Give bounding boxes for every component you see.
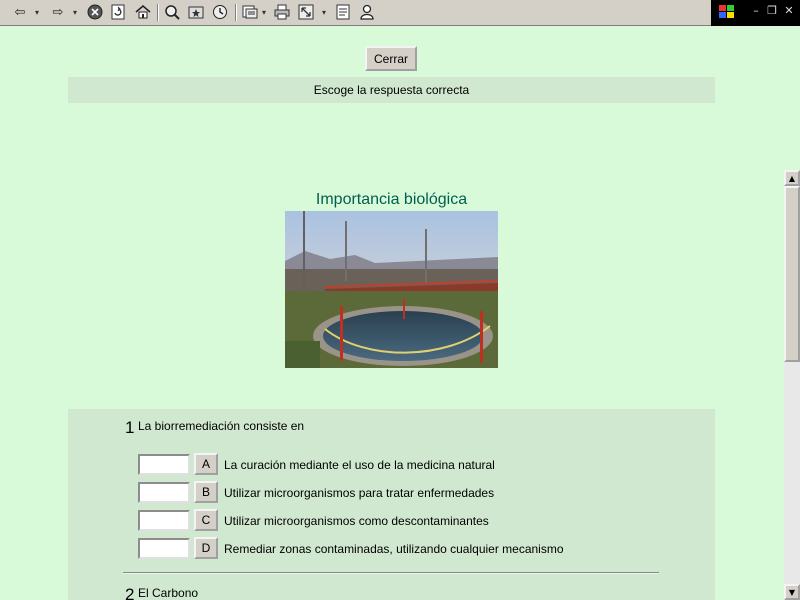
forward-icon[interactable]: ⇨ (48, 3, 68, 21)
page-title: Importancia biológica (315, 191, 468, 208)
close-button[interactable]: Cerrar (365, 46, 417, 71)
mail-icon[interactable] (241, 3, 259, 21)
vertical-scrollbar[interactable]: ▲ ▼ (784, 170, 800, 600)
stop-icon[interactable] (85, 3, 105, 21)
toolbar-separator (235, 4, 237, 21)
toolbar-separator (157, 4, 159, 21)
close-window-icon[interactable]: ✕ (782, 3, 796, 17)
answer-input-b[interactable] (138, 482, 190, 503)
windows-logo-icon (719, 5, 734, 18)
option-d-text: Remediar zonas contaminadas, utilizando … (224, 542, 564, 556)
answer-input-c[interactable] (138, 510, 190, 531)
favorites-icon[interactable] (186, 3, 206, 21)
option-b-button[interactable]: B (194, 481, 218, 503)
restore-icon[interactable]: ❐ (765, 3, 779, 17)
question-divider (123, 572, 659, 574)
scroll-up-icon[interactable]: ▲ (784, 170, 800, 186)
option-a-text: La curación mediante el uso de la medici… (224, 458, 495, 472)
option-d-button[interactable]: D (194, 537, 218, 559)
refresh-icon[interactable] (108, 3, 128, 21)
question-text: La biorremediación consiste en (138, 419, 305, 433)
fullscreen-dropdown-icon[interactable]: ▾ (320, 3, 328, 21)
home-icon[interactable] (133, 3, 153, 21)
option-a-button[interactable]: A (194, 453, 218, 475)
history-icon[interactable] (210, 3, 230, 21)
question-text: El Carbono (138, 586, 199, 600)
messenger-icon[interactable] (357, 3, 377, 21)
question-number: 2 (125, 585, 135, 600)
scroll-down-icon[interactable]: ▼ (784, 584, 800, 600)
forward-dropdown-icon[interactable]: ▾ (71, 3, 79, 21)
question-number: 1 (125, 418, 135, 437)
browser-toolbar: ⇦ ▾ ⇨ ▾ ▾ ▾ – ❐ ✕ (0, 0, 800, 26)
minimize-icon[interactable]: – (749, 3, 763, 17)
answer-input-a[interactable] (138, 454, 190, 475)
option-c-button[interactable]: C (194, 509, 218, 531)
mail-dropdown-icon[interactable]: ▾ (260, 3, 268, 21)
back-icon[interactable]: ⇦ (10, 3, 30, 21)
instruction-text: Escoge la respuesta correcta (313, 83, 470, 97)
instruction-banner: Escoge la respuesta correcta (68, 77, 715, 103)
print-icon[interactable] (272, 3, 292, 21)
quiz-panel: 1 La biorremediación consiste en A La cu… (68, 409, 715, 600)
fullscreen-icon[interactable] (296, 3, 316, 21)
search-icon[interactable] (162, 3, 182, 21)
wastewater-treatment-photo (285, 211, 498, 368)
edit-icon[interactable] (333, 3, 353, 21)
answer-input-d[interactable] (138, 538, 190, 559)
back-dropdown-icon[interactable]: ▾ (33, 3, 41, 21)
scroll-thumb[interactable] (784, 186, 800, 362)
option-b-text: Utilizar microorganismos para tratar enf… (224, 486, 495, 500)
option-c-text: Utilizar microorganismos como descontami… (224, 514, 489, 528)
